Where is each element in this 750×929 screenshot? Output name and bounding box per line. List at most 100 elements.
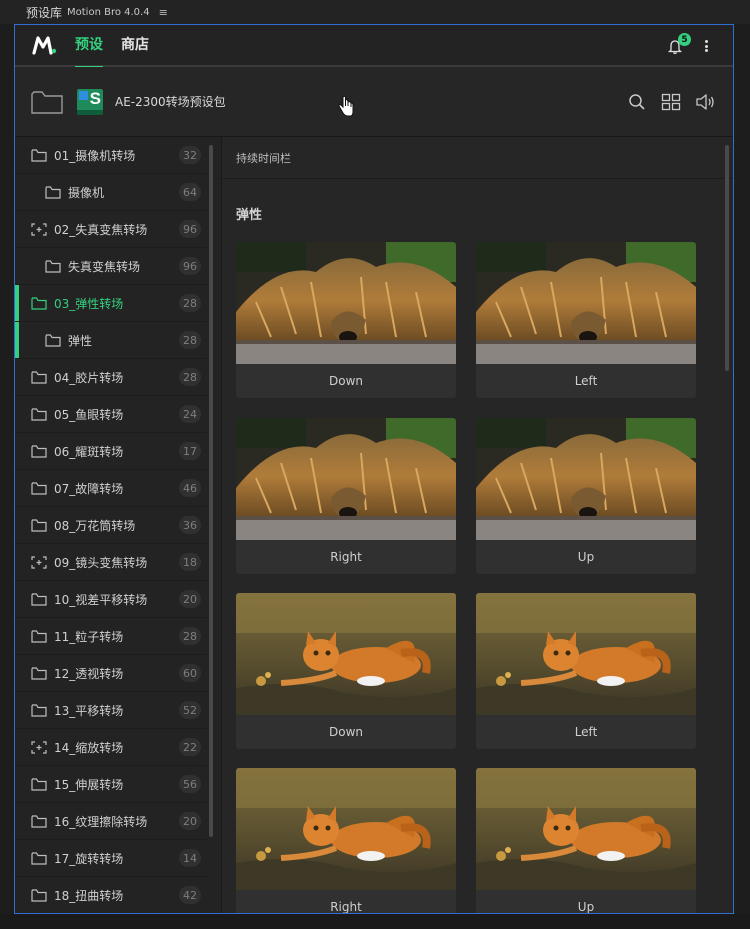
motion-bro-logo[interactable]: [15, 35, 75, 55]
preset-label: Right: [330, 900, 362, 914]
sidebar-item[interactable]: 08_万花筒转场 36: [15, 507, 207, 544]
sidebar-item-count: 60: [179, 664, 201, 682]
sidebar-item-label: 07_故障转场: [54, 481, 124, 496]
sidebar-item-count: 32: [179, 146, 201, 164]
preset-label: Left: [574, 725, 598, 739]
sidebar-item-count: 64: [179, 183, 201, 201]
preset-thumbnail: [236, 768, 456, 890]
section-title: 弹性: [236, 208, 263, 223]
folder-icon: [45, 185, 61, 199]
sidebar-item[interactable]: 05_鱼眼转场 24: [15, 396, 207, 433]
preset-thumbnail: [476, 418, 696, 540]
sidebar-item-count: 28: [179, 627, 201, 645]
sidebar-item-label: 04_胶片转场: [54, 370, 124, 385]
sidebar-item-label: 17_旋转转场: [54, 851, 124, 866]
preset-card[interactable]: Left: [476, 593, 696, 749]
sidebar-item[interactable]: 02_失真变焦转场 96: [15, 211, 207, 248]
sidebar-item-count: 28: [179, 294, 201, 312]
folder-icon[interactable]: [31, 90, 63, 114]
sidebar-item[interactable]: 18_扭曲转场 42: [15, 877, 207, 913]
sidebar-item-label: 16_纹理擦除转场: [54, 814, 148, 829]
volume-icon[interactable]: [695, 92, 715, 112]
folder-icon: [31, 851, 47, 865]
sidebar-item-label: 06_耀斑转场: [54, 444, 124, 459]
sidebar-item[interactable]: 07_故障转场 46: [15, 470, 207, 507]
sidebar-item-count: 20: [179, 812, 201, 830]
window-titlebar: 预设库 Motion Bro 4.0.4 ≡: [0, 0, 750, 24]
sidebar-item[interactable]: 06_耀斑转场 17: [15, 433, 207, 470]
top-nav: 预设 商店 5: [15, 25, 733, 68]
preset-thumbnail: [236, 418, 456, 540]
folder-icon: [31, 444, 47, 458]
preset-card[interactable]: Up: [476, 768, 696, 914]
sidebar-item-label: 15_伸展转场: [54, 777, 124, 792]
sidebar-item[interactable]: 01_摄像机转场 32: [15, 137, 207, 174]
pack-name: AE-2300转场预设包: [115, 95, 226, 109]
preset-label: Down: [328, 725, 363, 739]
sidebar-item[interactable]: 15_伸展转场 56: [15, 766, 207, 803]
folder-icon: [31, 370, 47, 384]
search-icon[interactable]: [627, 92, 647, 112]
sidebar-item-count: 20: [179, 590, 201, 608]
folder-icon: [31, 629, 47, 643]
pack-thumbnail: S: [77, 88, 103, 115]
preset-card[interactable]: Down: [236, 593, 456, 749]
sidebar-item-label: 14_缩放转场: [54, 740, 124, 755]
preset-thumbnail: [476, 242, 696, 364]
pack-toolbar: S AE-2300转场预设包: [15, 67, 733, 137]
sidebar-item-count: 14: [179, 849, 201, 867]
bottom-strip: [0, 914, 750, 929]
folder-icon: [45, 259, 61, 273]
sidebar-subitem[interactable]: 摄像机 64: [15, 174, 207, 211]
preset-card[interactable]: Up: [476, 418, 696, 574]
more-options-icon[interactable]: [701, 38, 711, 54]
tab-presets[interactable]: 预设: [75, 25, 103, 68]
sidebar-item-count: 46: [179, 479, 201, 497]
sidebar-item[interactable]: 09_镜头变焦转场 18: [15, 544, 207, 581]
content-scrollbar[interactable]: [725, 145, 729, 371]
sidebar-item-count: 36: [179, 516, 201, 534]
folder-icon: [31, 777, 47, 791]
sidebar-item[interactable]: 10_视差平移转场 20: [15, 581, 207, 618]
preset-thumbnail: [476, 593, 696, 715]
folder-icon: [31, 592, 47, 606]
grid-view-icon[interactable]: [661, 92, 681, 112]
notifications-button[interactable]: 5: [665, 33, 691, 56]
window-title: 预设库: [26, 5, 63, 20]
sidebar-item-count: 28: [179, 368, 201, 386]
preset-card[interactable]: Down: [236, 242, 456, 398]
sidebar-item-label: 18_扭曲转场: [54, 888, 124, 903]
sidebar-item[interactable]: 04_胶片转场 28: [15, 359, 207, 396]
category-sidebar: 01_摄像机转场 32 摄像机 64 02_失真变焦转场 96 失真变焦转场 96 03…: [15, 137, 207, 913]
sidebar-item[interactable]: 14_缩放转场 22: [15, 729, 207, 766]
sidebar-item[interactable]: 11_粒子转场 28: [15, 618, 207, 655]
sidebar-item-count: 24: [179, 405, 201, 423]
folder-icon: [31, 703, 47, 717]
sidebar-item[interactable]: 12_透视转场 60: [15, 655, 207, 692]
sidebar-scrollbar[interactable]: [209, 145, 213, 837]
sidebar-subitem[interactable]: 失真变焦转场 96: [15, 248, 207, 285]
duration-bar[interactable]: 持续时间栏: [222, 137, 733, 179]
sidebar-item[interactable]: 17_旋转转场 14: [15, 840, 207, 877]
preset-card[interactable]: Right: [236, 768, 456, 914]
preset-card[interactable]: Left: [476, 242, 696, 398]
sidebar-item-active[interactable]: 03_弹性转场 28: [15, 285, 207, 322]
sidebar-item-label: 摄像机: [68, 185, 105, 200]
preset-thumbnail: [476, 768, 696, 890]
sidebar-item-label: 05_鱼眼转场: [54, 407, 124, 422]
preset-card[interactable]: Right: [236, 418, 456, 574]
folder-icon: [31, 814, 47, 828]
preset-label: Up: [577, 550, 595, 564]
sidebar-item-label: 弹性: [68, 333, 93, 348]
preset-label: Up: [577, 900, 595, 914]
tab-store[interactable]: 商店: [121, 25, 149, 66]
preset-label: Down: [328, 374, 363, 388]
app-version: Motion Bro 4.0.4: [67, 6, 150, 18]
sidebar-subitem-active[interactable]: 弹性 28: [15, 322, 207, 359]
sidebar-item-label: 03_弹性转场: [54, 296, 124, 311]
sidebar-item-label: 02_失真变焦转场: [54, 222, 148, 237]
sidebar-item[interactable]: 16_纹理擦除转场 20: [15, 803, 207, 840]
hamburger-icon[interactable]: ≡: [159, 6, 168, 19]
folder-icon: [31, 666, 47, 680]
sidebar-item[interactable]: 13_平移转场 52: [15, 692, 207, 729]
